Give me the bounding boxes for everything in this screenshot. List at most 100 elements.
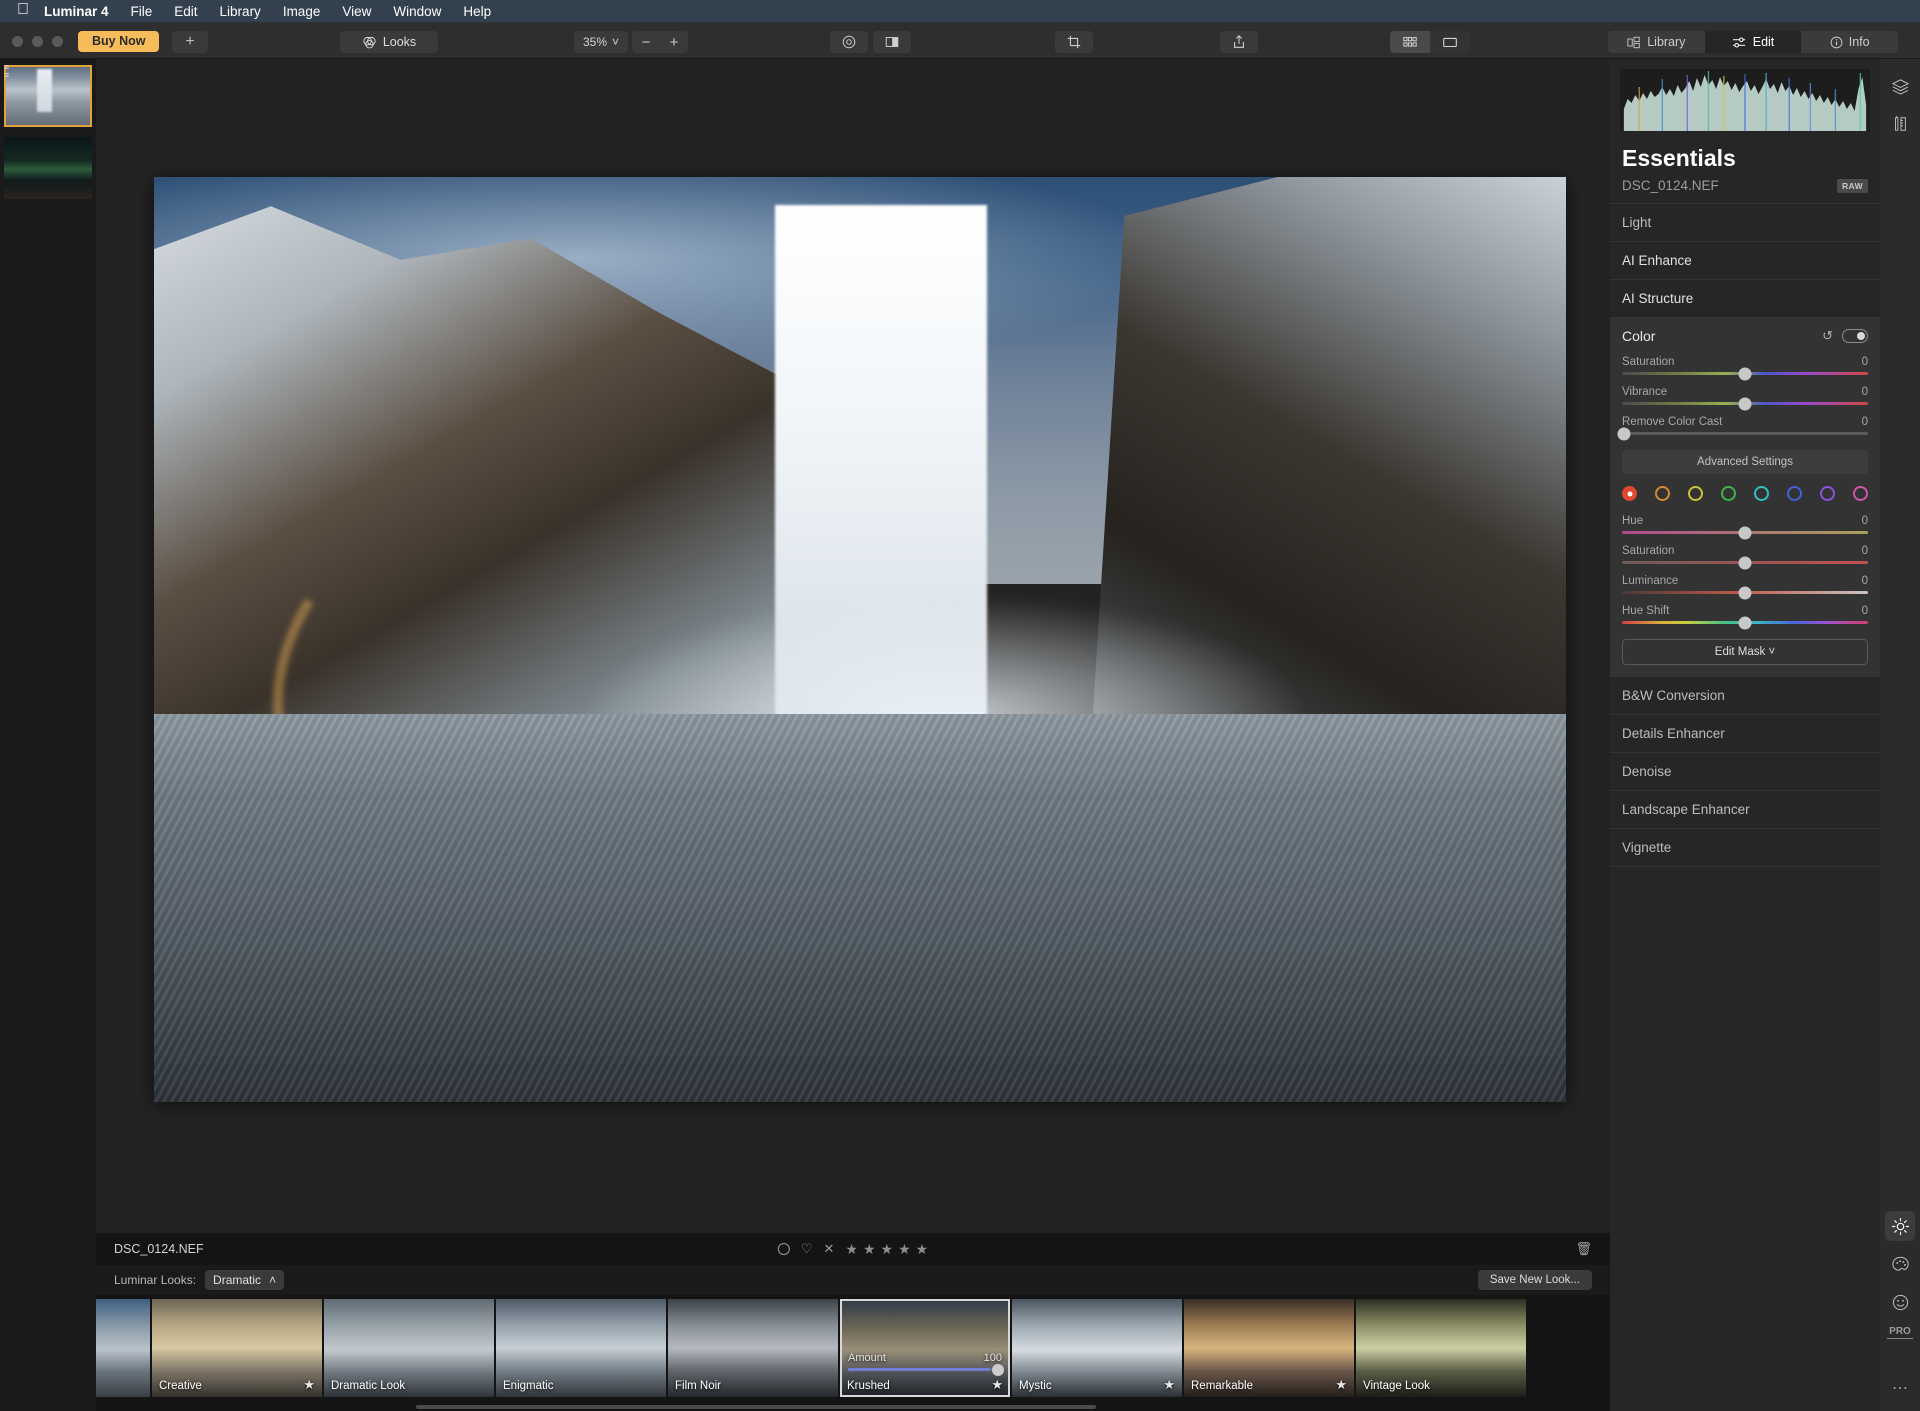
star-5[interactable]: ★ <box>916 1241 929 1258</box>
share-export-button[interactable] <box>1220 31 1258 53</box>
filter-row-denoise[interactable]: Denoise <box>1610 753 1880 791</box>
edited-photo-preview[interactable] <box>154 177 1566 1102</box>
look-item-krushed[interactable]: Amount 100 Krushed ★ <box>840 1299 1010 1397</box>
slider-hue-shift[interactable]: Hue Shift 0 <box>1622 605 1868 624</box>
filter-row-details-enhancer[interactable]: Details Enhancer <box>1610 715 1880 753</box>
slider-hue-shift-knob[interactable] <box>1739 616 1752 629</box>
slider-luminance-knob[interactable] <box>1739 586 1752 599</box>
slider-vibrance-knob[interactable] <box>1739 397 1752 410</box>
filmstrip-thumb-waterfall[interactable] <box>4 65 92 127</box>
trash-icon[interactable]: 🗑 <box>1575 1241 1592 1257</box>
minimize-window-button[interactable] <box>32 36 43 47</box>
look-item-creative[interactable]: Creative ★ <box>152 1299 322 1397</box>
look-amount-knob[interactable] <box>992 1364 1004 1376</box>
tools-icon[interactable] <box>1885 109 1915 139</box>
look-star-remarkable[interactable]: ★ <box>1335 1377 1347 1393</box>
advanced-settings-button[interactable]: Advanced Settings <box>1622 450 1868 474</box>
filmstrip-thumb-aurora[interactable] <box>4 137 92 199</box>
filter-row-light[interactable]: Light <box>1610 204 1880 242</box>
menu-item-edit[interactable]: Edit <box>163 0 208 23</box>
slider-luminance-track[interactable] <box>1622 591 1868 594</box>
look-item-remarkable[interactable]: Remarkable ★ <box>1184 1299 1354 1397</box>
look-item-enigmatic[interactable]: Enigmatic <box>496 1299 666 1397</box>
heart-icon[interactable]: ♡ <box>801 1241 813 1257</box>
reject-x-icon[interactable]: ✕ <box>823 1241 834 1257</box>
star-3[interactable]: ★ <box>881 1241 894 1258</box>
image-canvas[interactable] <box>96 59 1610 1239</box>
more-options-icon[interactable]: ⋯ <box>1885 1373 1915 1403</box>
buy-now-button[interactable]: Buy Now <box>78 31 159 52</box>
zoom-out-button[interactable]: − <box>632 34 660 51</box>
swatch-yellow[interactable] <box>1688 486 1703 501</box>
looks-thumbnail-strip[interactable]: Creative ★ Dramatic Look Enigmatic Film … <box>96 1295 1610 1411</box>
looks-scrollbar[interactable] <box>416 1405 1096 1409</box>
add-image-button[interactable]: + <box>172 31 208 53</box>
look-item-mystic[interactable]: Mystic ★ <box>1012 1299 1182 1397</box>
filter-row-bw-conversion[interactable]: B&W Conversion <box>1610 677 1880 715</box>
filter-row-vignette[interactable]: Vignette <box>1610 829 1880 867</box>
looks-button[interactable]: Looks <box>340 31 438 53</box>
zoom-in-button[interactable]: + <box>660 34 688 51</box>
slider-saturation-track[interactable] <box>1622 372 1868 375</box>
filter-row-ai-structure[interactable]: AI Structure <box>1610 280 1880 318</box>
swatch-cyan[interactable] <box>1754 486 1769 501</box>
menu-item-help[interactable]: Help <box>452 0 502 23</box>
window-traffic-lights[interactable] <box>12 36 63 47</box>
look-amount-track[interactable] <box>848 1368 1002 1371</box>
star-1[interactable]: ★ <box>845 1241 858 1258</box>
zoom-level-select[interactable]: 35% ˅ <box>574 31 628 53</box>
menu-item-file[interactable]: File <box>120 0 164 23</box>
slider-remove-color-cast-track[interactable] <box>1622 432 1868 435</box>
menu-item-luminar[interactable]: Luminar 4 <box>34 0 120 23</box>
grid-view-button[interactable] <box>1390 31 1430 53</box>
slider-hue-track[interactable] <box>1622 531 1868 534</box>
slider-remove-color-cast[interactable]: Remove Color Cast 0 <box>1622 416 1868 435</box>
single-image-view-button[interactable] <box>1430 31 1470 53</box>
look-item-dramatic-look[interactable]: Dramatic Look <box>324 1299 494 1397</box>
portrait-face-icon[interactable] <box>1885 1287 1915 1317</box>
save-new-look-button[interactable]: Save New Look... <box>1478 1270 1592 1290</box>
maximize-window-button[interactable] <box>52 36 63 47</box>
slider-vibrance-track[interactable] <box>1622 402 1868 405</box>
apple-logo-icon[interactable]:  <box>12 2 34 20</box>
star-2[interactable]: ★ <box>863 1241 876 1258</box>
toggle-on-icon[interactable] <box>1842 329 1868 343</box>
look-item-vintage-look[interactable]: Vintage Look <box>1356 1299 1526 1397</box>
zoom-stepper[interactable]: − + <box>632 31 688 53</box>
slider-hue-shift-track[interactable] <box>1622 621 1868 624</box>
look-item-partial[interactable] <box>96 1299 150 1397</box>
look-star-krushed[interactable]: ★ <box>991 1377 1003 1393</box>
swatch-orange[interactable] <box>1655 486 1670 501</box>
tab-library[interactable]: Library <box>1608 31 1705 53</box>
compare-before-after-button[interactable] <box>873 31 911 53</box>
look-star-creative[interactable]: ★ <box>303 1377 315 1393</box>
left-filmstrip[interactable]: ≡≡ <box>0 59 96 1411</box>
look-amount-slider[interactable]: Amount 100 <box>848 1352 1002 1371</box>
slider-remove-color-cast-knob[interactable] <box>1618 427 1631 440</box>
look-item-film-noir[interactable]: Film Noir <box>668 1299 838 1397</box>
filter-row-ai-enhance[interactable]: AI Enhance <box>1610 242 1880 280</box>
preview-eye-button[interactable] <box>830 31 868 53</box>
creative-palette-icon[interactable] <box>1885 1249 1915 1279</box>
layers-icon[interactable] <box>1885 71 1915 101</box>
essentials-sun-icon[interactable] <box>1885 1211 1915 1241</box>
swatch-red[interactable] <box>1622 486 1637 501</box>
reset-icon[interactable]: ↺ <box>1822 328 1833 344</box>
swatch-blue[interactable] <box>1787 486 1802 501</box>
pro-icon[interactable]: PRO <box>1887 1325 1913 1339</box>
tab-edit[interactable]: Edit <box>1705 31 1802 53</box>
tab-info[interactable]: Info <box>1801 31 1898 53</box>
looks-category-select[interactable]: Dramatic ˄ <box>205 1270 284 1290</box>
slider-vibrance[interactable]: Vibrance 0 <box>1622 386 1868 405</box>
color-label-icon[interactable] <box>778 1243 790 1255</box>
menu-item-library[interactable]: Library <box>209 0 272 23</box>
crop-tool-button[interactable] <box>1055 31 1093 53</box>
swatch-magenta[interactable] <box>1853 486 1868 501</box>
menu-item-view[interactable]: View <box>331 0 382 23</box>
slider-adv-saturation-knob[interactable] <box>1739 556 1752 569</box>
slider-adv-saturation-track[interactable] <box>1622 561 1868 564</box>
slider-hue[interactable]: Hue 0 <box>1622 515 1868 534</box>
slider-saturation[interactable]: Saturation 0 <box>1622 356 1868 375</box>
look-star-mystic[interactable]: ★ <box>1163 1377 1175 1393</box>
filter-row-landscape-enhancer[interactable]: Landscape Enhancer <box>1610 791 1880 829</box>
